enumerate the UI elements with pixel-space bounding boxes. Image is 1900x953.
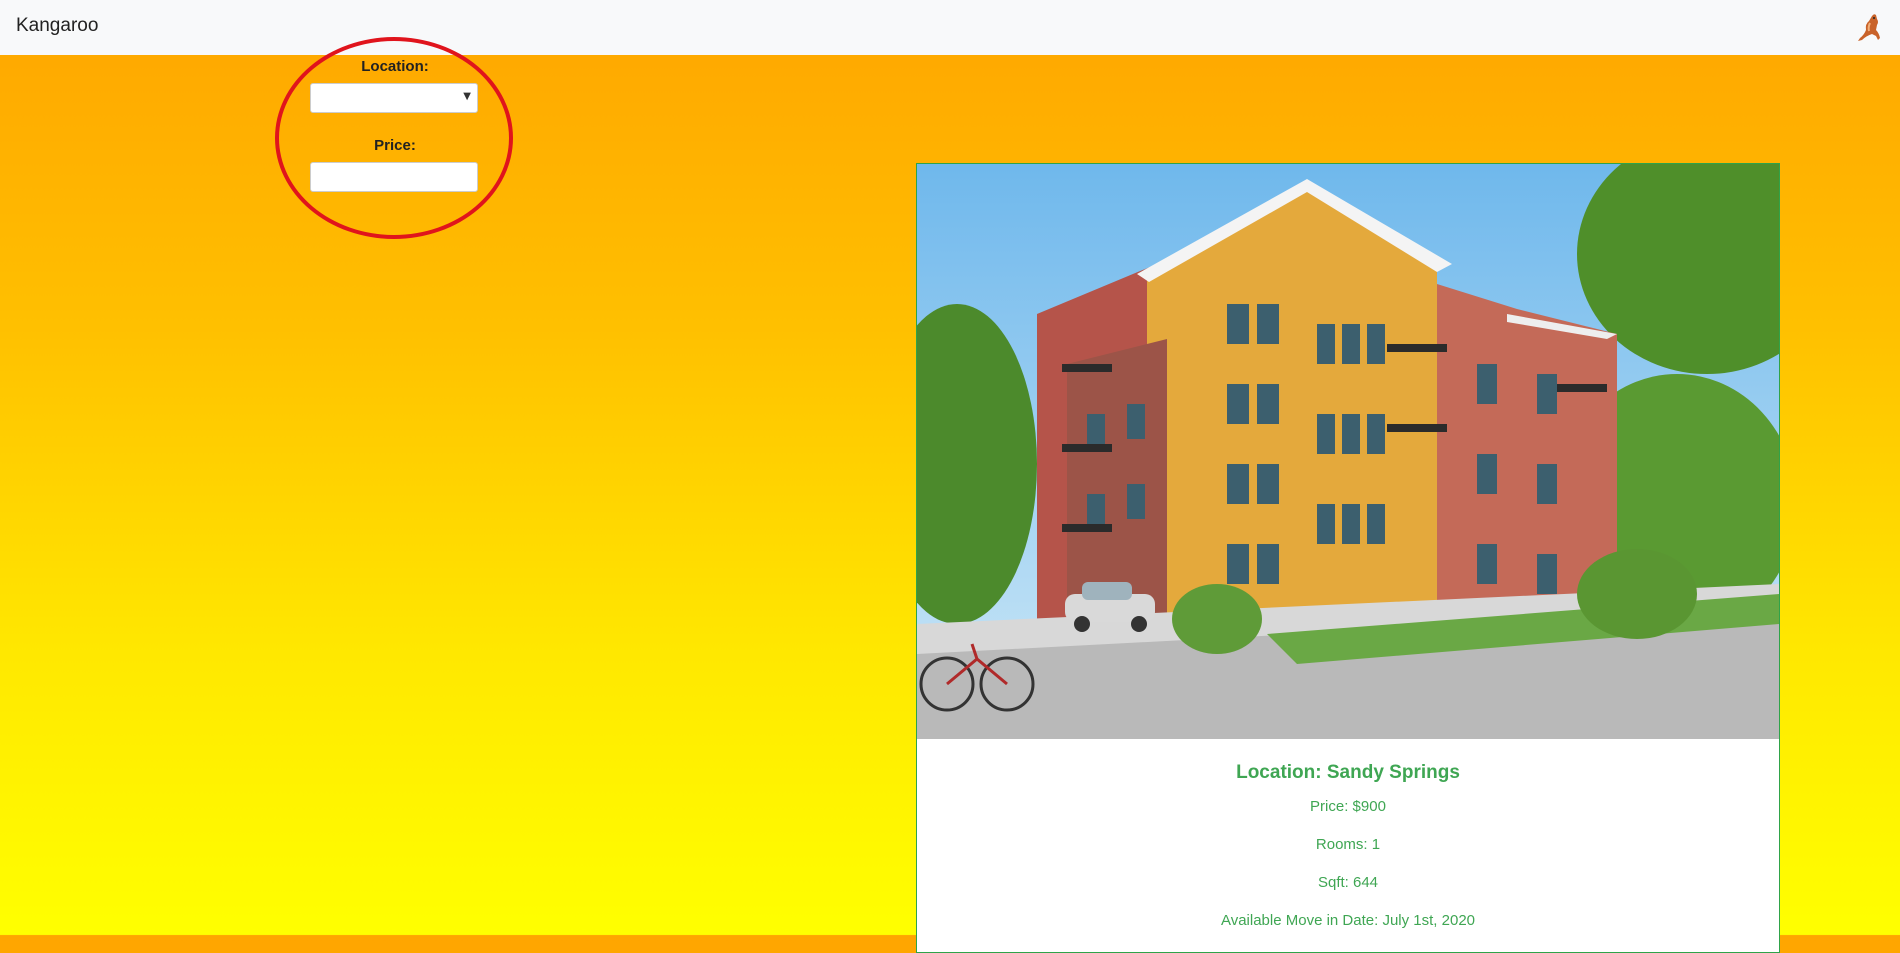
navbar: Kangaroo <box>0 0 1900 55</box>
listing-details: Location: Sandy Springs Price: $900 Room… <box>917 739 1779 929</box>
price-input[interactable] <box>310 162 478 192</box>
apartment-building-photo <box>917 164 1779 739</box>
chevron-down-icon: ▼ <box>463 91 471 102</box>
price-filter: Price: <box>310 137 480 192</box>
kangaroo-icon[interactable] <box>1852 10 1886 44</box>
location-label: Location: <box>361 58 429 75</box>
location-filter: Location: ▼ <box>310 58 480 113</box>
location-select[interactable]: ▼ <box>310 83 478 113</box>
listing-title: Location: Sandy Springs <box>1236 762 1460 783</box>
price-label: Price: <box>374 137 416 154</box>
brand-link[interactable]: Kangaroo <box>16 15 98 37</box>
listing-sqft: Sqft: 644 <box>1317 874 1379 891</box>
listing-card[interactable]: Location: Sandy Springs Price: $900 Room… <box>916 163 1780 953</box>
listing-price: Price: $900 <box>1310 798 1386 815</box>
listing-move-in-date: Available Move in Date: July 1st, 2020 <box>1220 912 1476 929</box>
listing-rooms: Rooms: 1 <box>1315 836 1381 853</box>
